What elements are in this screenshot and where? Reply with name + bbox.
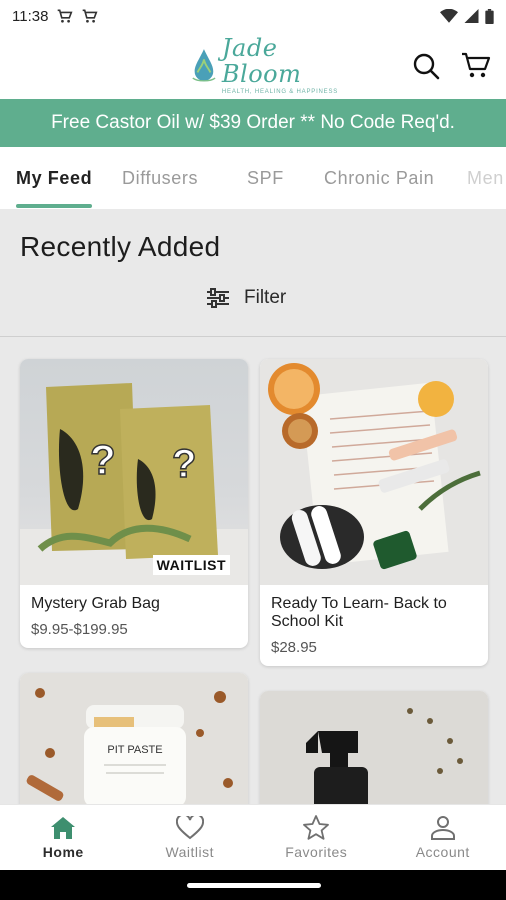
svg-text:?: ? [172,442,196,486]
filter-button[interactable]: Filter [206,287,286,309]
product-card[interactable]: PIT PASTE [20,673,248,804]
search-icon [413,53,440,80]
logo-tagline: HEALTH, HEALING & HAPPINESS [221,89,339,95]
status-time: 11:38 [12,7,49,25]
main-content: Recently Added Filter ? ? WAITLIST Myste… [0,209,506,804]
pit-paste-image: PIT PASTE [26,688,233,804]
pit-paste-label: PIT PASTE [107,744,162,756]
wifi-icon [440,9,458,23]
star-icon [303,815,330,840]
filter-icon [207,288,229,308]
product-title: Mystery Grab Bag [31,595,160,612]
svg-text:?: ? [90,436,116,483]
promo-text: Free Castor Oil w/ $39 Order ** No Code … [51,112,455,133]
cart-icon [58,9,73,23]
product-image [260,691,488,804]
spray-bottle-image [306,708,463,804]
cart-button[interactable] [460,50,492,82]
nav-favorites[interactable]: Favorites [253,805,380,870]
school-kit-image [268,363,481,570]
battery-icon [485,8,494,24]
divider [0,336,506,337]
logo-name: Jade Bloom [221,34,302,88]
search-button[interactable] [410,50,442,82]
nav-favorites-label: Favorites [285,844,348,860]
nav-home[interactable]: Home [0,805,127,870]
bottom-nav: Home Waitlist Favorites Account [0,804,506,870]
product-image [260,359,488,585]
product-price: $28.95 [271,639,317,656]
tab-spf[interactable]: SPF [247,147,284,209]
product-title: Ready To Learn- Back to School Kit [271,595,447,630]
home-icon [51,816,76,839]
product-image: PIT PASTE [20,673,248,804]
product-card[interactable]: Ready To Learn- Back to School Kit $28.9… [260,359,488,666]
product-price: $9.95-$199.95 [31,621,128,638]
heart-icon [175,815,204,839]
tab-my-feed[interactable]: My Feed [16,147,92,209]
product-card[interactable] [260,691,488,804]
nav-waitlist[interactable]: Waitlist [127,805,254,870]
waitlist-badge: WAITLIST [152,555,230,575]
status-bar: 11:38 [0,0,506,32]
product-image: ? ? WAITLIST [20,359,248,585]
cart-icon [462,52,491,78]
logo[interactable]: Jade Bloom HEALTH, HEALING & HAPPINESS [190,35,355,95]
mystery-bag-image: ? ? [20,383,248,585]
filter-label: Filter [244,287,287,308]
signal-icon [464,9,479,23]
tab-men[interactable]: Men [467,147,504,209]
home-gesture-pill[interactable] [187,883,321,888]
nav-waitlist-label: Waitlist [165,843,215,860]
section-title: Recently Added [20,231,221,262]
app-header: Jade Bloom HEALTH, HEALING & HAPPINESS [0,32,506,99]
water-drop-logo-icon [192,49,216,82]
nav-account-label: Account [415,844,470,860]
system-nav-bar [0,870,506,900]
cart-icon [83,9,98,23]
promo-banner[interactable]: Free Castor Oil w/ $39 Order ** No Code … [0,99,506,147]
nav-account[interactable]: Account [380,805,506,870]
product-card[interactable]: ? ? WAITLIST Mystery Grab Bag $9.95-$199… [20,359,248,648]
person-icon [430,816,455,840]
tab-diffusers[interactable]: Diffusers [122,147,198,209]
nav-home-label: Home [42,843,84,860]
active-tab-indicator [16,204,92,208]
tab-chronic-pain[interactable]: Chronic Pain [324,147,434,209]
category-tabs: My Feed Diffusers SPF Chronic Pain Men [0,147,506,209]
